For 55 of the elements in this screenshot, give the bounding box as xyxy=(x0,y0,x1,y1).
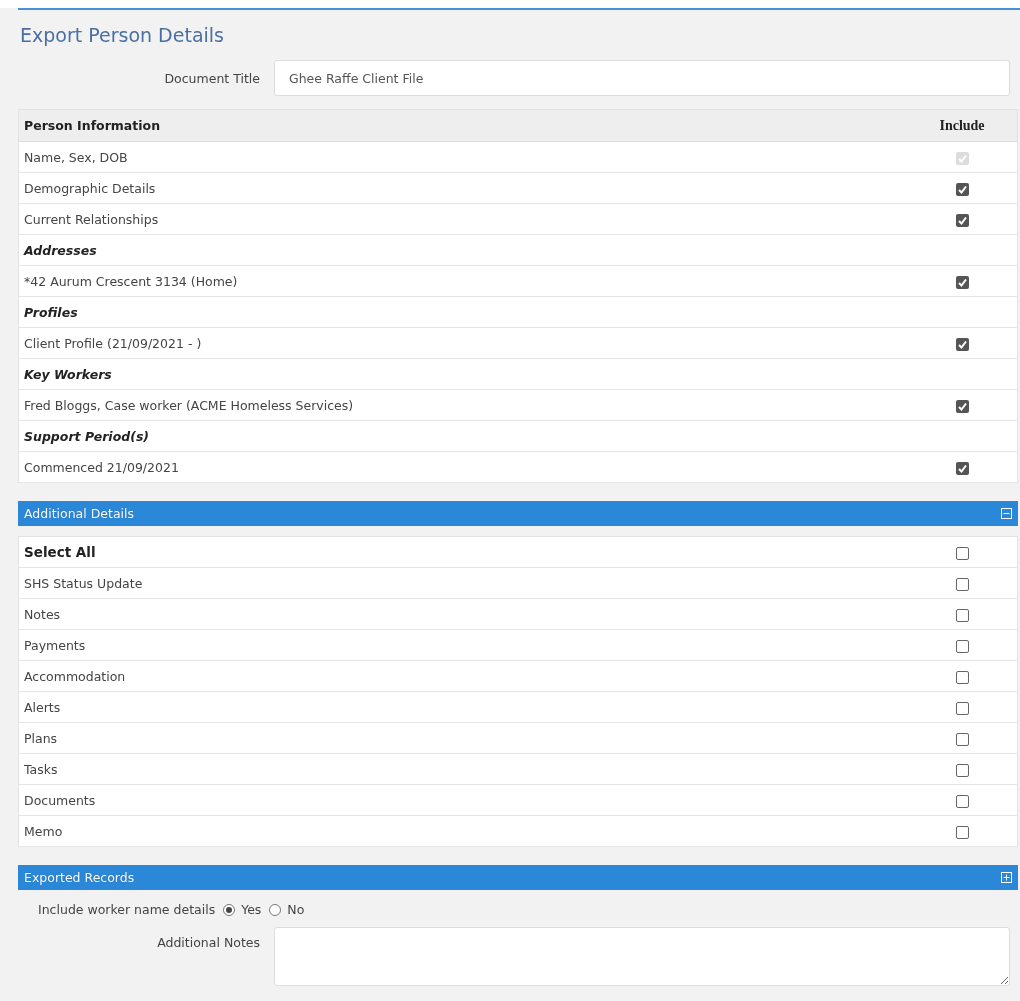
checkbox[interactable] xyxy=(955,670,969,684)
checkbox[interactable] xyxy=(955,608,969,622)
table-cell: Documents xyxy=(18,784,907,816)
table-cell: Fred Bloggs, Case worker (ACME Homeless Services) xyxy=(18,389,907,421)
collapse-icon[interactable] xyxy=(1001,508,1012,519)
group-heading: Support Period(s) xyxy=(18,420,1018,452)
table-cell: Accommodation xyxy=(18,660,907,692)
radio-label[interactable]: No xyxy=(287,902,305,917)
group-heading: Profiles xyxy=(18,296,1018,328)
table-cell: Demographic Details xyxy=(18,172,907,204)
checkbox[interactable] xyxy=(955,461,969,475)
section-header[interactable]: Additional Details xyxy=(18,501,1018,526)
checkbox[interactable] xyxy=(955,794,969,808)
checkbox[interactable] xyxy=(955,577,969,591)
page-title: Export Person Details xyxy=(19,23,225,48)
checkbox[interactable] xyxy=(955,825,969,839)
column-header: Person Information xyxy=(18,109,907,142)
table-cell: Current Relationships xyxy=(18,203,907,235)
notes-field[interactable] xyxy=(274,927,1010,986)
group-heading: Addresses xyxy=(18,234,1018,266)
table-cell: *42 Aurum Crescent 3134 (Home) xyxy=(18,265,907,297)
group-heading: Key Workers xyxy=(18,358,1018,390)
checkbox[interactable] xyxy=(955,701,969,715)
table-cell: Payments xyxy=(18,629,907,661)
table-cell: Name, Sex, DOB xyxy=(18,141,907,173)
column-header: Include xyxy=(907,109,1018,142)
document-title-field[interactable]: Ghee Raffe Client File xyxy=(274,60,1010,96)
radio-button[interactable] xyxy=(223,903,236,916)
table-cell: Alerts xyxy=(18,691,907,723)
field-label: Additional Notes xyxy=(156,934,260,950)
table-cell: Commenced 21/09/2021 xyxy=(18,451,907,483)
checkbox[interactable] xyxy=(955,763,969,777)
checkbox[interactable] xyxy=(955,732,969,746)
table-cell: Plans xyxy=(18,722,907,754)
checkbox[interactable] xyxy=(955,546,969,560)
radio-label[interactable]: Yes xyxy=(241,902,262,917)
table-cell: Select All xyxy=(18,536,907,568)
table-cell: Notes xyxy=(18,598,907,630)
field-label: Document Title xyxy=(163,70,260,86)
section-title: Additional Details xyxy=(24,506,135,521)
table-cell: Tasks xyxy=(18,753,907,785)
expand-icon[interactable] xyxy=(1001,872,1012,883)
checkbox[interactable] xyxy=(955,639,969,653)
checkbox[interactable] xyxy=(955,182,969,196)
checkbox[interactable] xyxy=(955,213,969,227)
radio-button[interactable] xyxy=(269,903,282,916)
table-cell: Client Profile (21/09/2021 - ) xyxy=(18,327,907,359)
table-cell: Memo xyxy=(18,815,907,847)
checkbox[interactable] xyxy=(955,399,969,413)
section-title: Exported Records xyxy=(24,870,135,885)
checkbox[interactable] xyxy=(955,337,969,351)
checkbox[interactable] xyxy=(955,275,969,289)
field-label: Include worker name details xyxy=(38,902,216,917)
section-header[interactable]: Exported Records xyxy=(18,865,1018,890)
table-cell: SHS Status Update xyxy=(18,567,907,599)
